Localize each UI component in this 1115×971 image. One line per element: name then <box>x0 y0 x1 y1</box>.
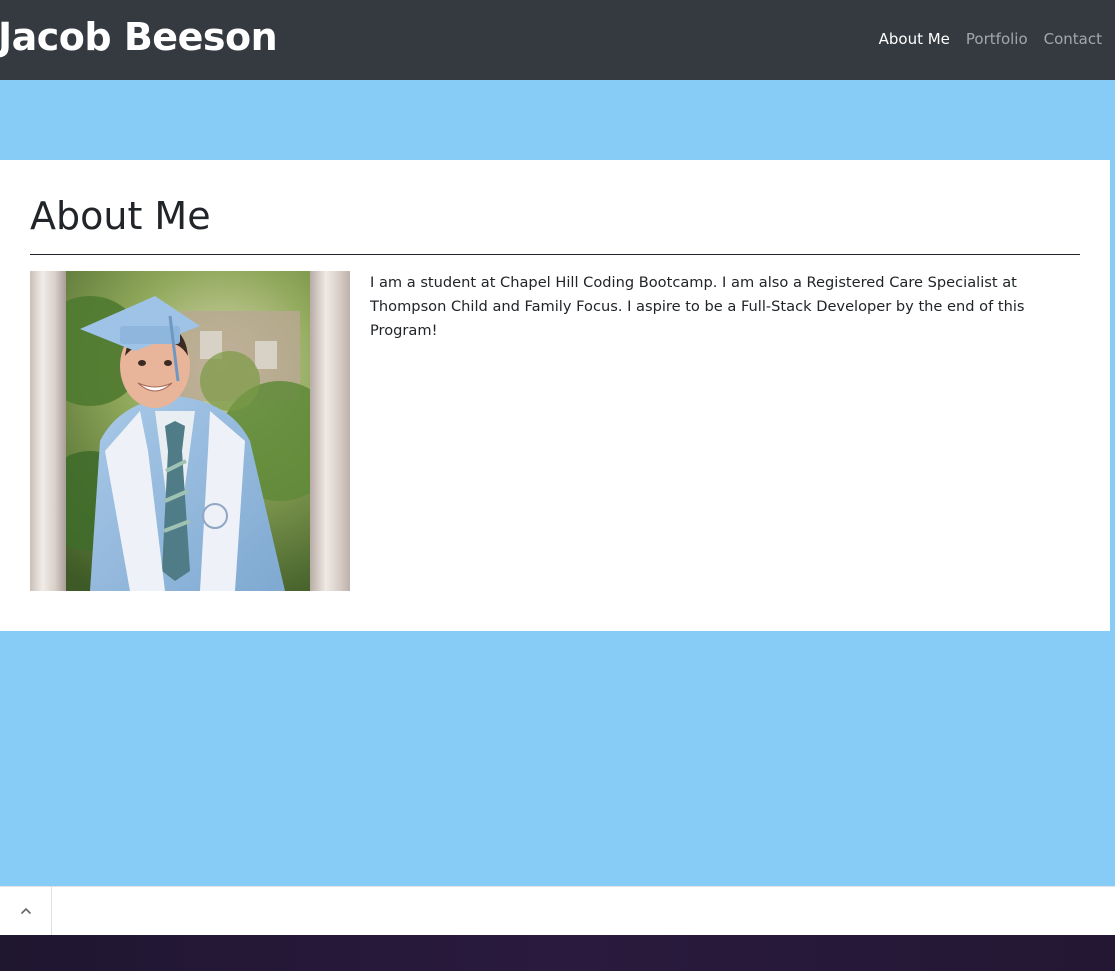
navbar: Jacob Beeson About Me Portfolio Contact <box>0 0 1115 80</box>
collapse-toggle-button[interactable] <box>0 887 52 935</box>
section-divider <box>30 254 1080 255</box>
nav-link-about-me[interactable]: About Me <box>871 29 958 49</box>
bottom-bar <box>0 886 1115 935</box>
brand-title[interactable]: Jacob Beeson <box>0 13 278 61</box>
section-title: About Me <box>30 194 211 238</box>
nav-link-portfolio[interactable]: Portfolio <box>958 29 1036 49</box>
profile-photo <box>30 271 350 591</box>
chevron-up-icon <box>20 908 31 914</box>
nav-links: About Me Portfolio Contact <box>871 29 1102 49</box>
nav-link-contact[interactable]: Contact <box>1036 29 1102 49</box>
desktop-background-strip <box>0 935 1115 971</box>
bio-text: I am a student at Chapel Hill Coding Boo… <box>370 274 1025 339</box>
